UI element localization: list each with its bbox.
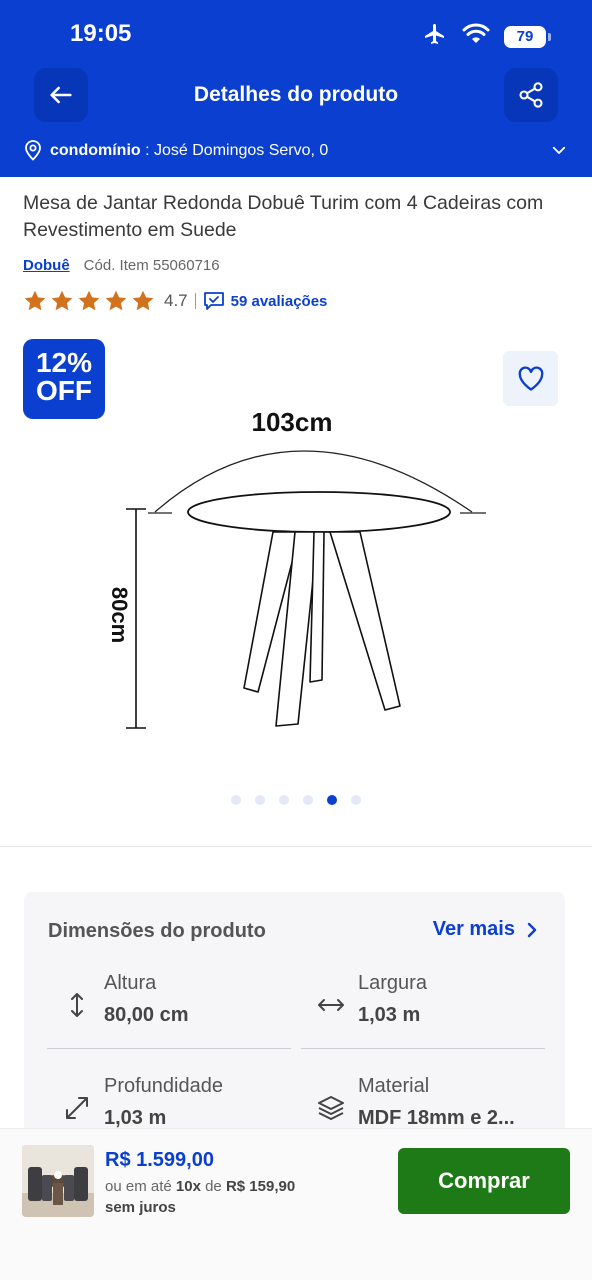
dimension-divider <box>301 1048 545 1049</box>
star-icon <box>51 290 73 311</box>
installments-value: R$ 159,90 <box>225 1178 296 1195</box>
see-more-label: Ver mais <box>432 918 515 940</box>
dimension-value: 1,03 m <box>104 1107 167 1129</box>
brand-link[interactable]: Dobuê <box>23 257 70 274</box>
product-price: R$ 1.599,00 <box>105 1149 214 1171</box>
dimension-height: Altura 80,00 cm <box>48 972 288 1042</box>
gallery-dot[interactable] <box>231 795 241 805</box>
dimension-label: Altura <box>104 972 157 994</box>
app-header: 19:05 79 Detalhes do produto condomínio … <box>0 0 592 177</box>
product-details-screen: { "status_bar": { "time": "19:05", "batt… <box>0 0 592 1280</box>
dining-set-image <box>22 1145 94 1217</box>
share-icon <box>519 82 543 108</box>
diagonal-arrows-icon <box>66 1097 88 1119</box>
horizontal-arrows-icon <box>318 999 344 1011</box>
comment-icon <box>203 292 224 310</box>
product-title: Mesa de Jantar Redonda Dobuê Turim com 4… <box>23 192 544 241</box>
vertical-arrows-icon <box>71 993 83 1017</box>
navigation-row: Detalhes do produto <box>0 68 592 124</box>
status-bar: 19:05 79 <box>0 0 592 64</box>
dimension-value: 1,03 m <box>358 1004 421 1026</box>
installments-info: ou em até 10x de R$ 159,90 sem juros <box>105 1176 385 1218</box>
reviews-count: 59 avaliações <box>230 292 328 310</box>
gallery-dot[interactable] <box>351 795 361 805</box>
gallery-dot[interactable] <box>303 795 313 805</box>
delivery-location[interactable]: condomínio : José Domingos Servo, 0 <box>0 134 592 168</box>
purchase-bar: R$ 1.599,00 ou em até 10x de R$ 159,90 se… <box>0 1128 592 1280</box>
star-icon <box>78 290 100 311</box>
discount-percent: 12% <box>35 347 93 378</box>
discount-badge: 12% OFF <box>23 339 105 419</box>
gallery-pagination <box>0 795 592 805</box>
discount-off: OFF <box>36 375 92 406</box>
dimension-label: Material <box>358 1075 430 1097</box>
star-icon <box>24 290 46 311</box>
product-meta: Dobuê Cód. Item 55060716 <box>23 255 220 275</box>
dimensions-title: Dimensões do produto <box>48 920 266 942</box>
item-code: Cód. Item 55060716 <box>83 256 220 274</box>
wifi-icon <box>462 23 490 50</box>
installments-suffix: sem juros <box>105 1199 176 1216</box>
reviews-link[interactable]: 59 avaliações <box>203 291 328 311</box>
gallery-dot[interactable] <box>327 795 337 805</box>
installments-count: 10x <box>175 1178 201 1195</box>
height-dimension-label: 80cm <box>107 587 132 643</box>
airplane-icon <box>422 22 448 51</box>
location-pin-icon <box>25 140 41 161</box>
dimension-label: Largura <box>358 972 427 994</box>
buy-button[interactable]: Comprar <box>398 1148 570 1214</box>
favorite-button[interactable] <box>503 351 558 406</box>
section-divider <box>0 846 592 847</box>
see-more-link[interactable]: Ver mais <box>433 918 539 941</box>
gallery-dot[interactable] <box>279 795 289 805</box>
share-button[interactable] <box>504 68 558 122</box>
rating-row: 4.7 59 avaliações <box>23 288 327 314</box>
battery-indicator: 79 <box>504 25 551 48</box>
star-icon <box>132 290 154 311</box>
gallery-dot[interactable] <box>255 795 265 805</box>
dimension-value: MDF 18mm e 2... <box>358 1107 515 1129</box>
product-thumbnail[interactable] <box>22 1145 94 1217</box>
dimension-value: 80,00 cm <box>104 1004 189 1026</box>
heart-icon <box>518 365 543 391</box>
chevron-down-icon[interactable] <box>550 141 568 159</box>
chevron-right-icon <box>527 922 537 937</box>
status-time: 19:05 <box>70 20 132 47</box>
rating-stars <box>23 289 155 313</box>
installments-prefix: ou em até <box>105 1178 176 1195</box>
star-icon <box>105 290 127 311</box>
status-icons: 79 <box>422 22 551 51</box>
dimension-divider <box>47 1048 291 1049</box>
rating-divider <box>194 293 196 309</box>
dimension-label: Profundidade <box>104 1075 223 1097</box>
location-label: condomínio <box>50 142 141 159</box>
rating-value: 4.7 <box>164 291 188 310</box>
location-address: : José Domingos Servo, 0 <box>140 142 329 159</box>
product-image[interactable]: 103cm 80cm <box>100 400 500 740</box>
width-dimension-label: 103cm <box>252 407 333 437</box>
installments-mid: de <box>200 1178 226 1195</box>
location-text: condomínio : José Domingos Servo, 0 <box>50 142 328 160</box>
layers-icon <box>318 1096 344 1120</box>
dimension-width: Largura 1,03 m <box>302 972 542 1042</box>
